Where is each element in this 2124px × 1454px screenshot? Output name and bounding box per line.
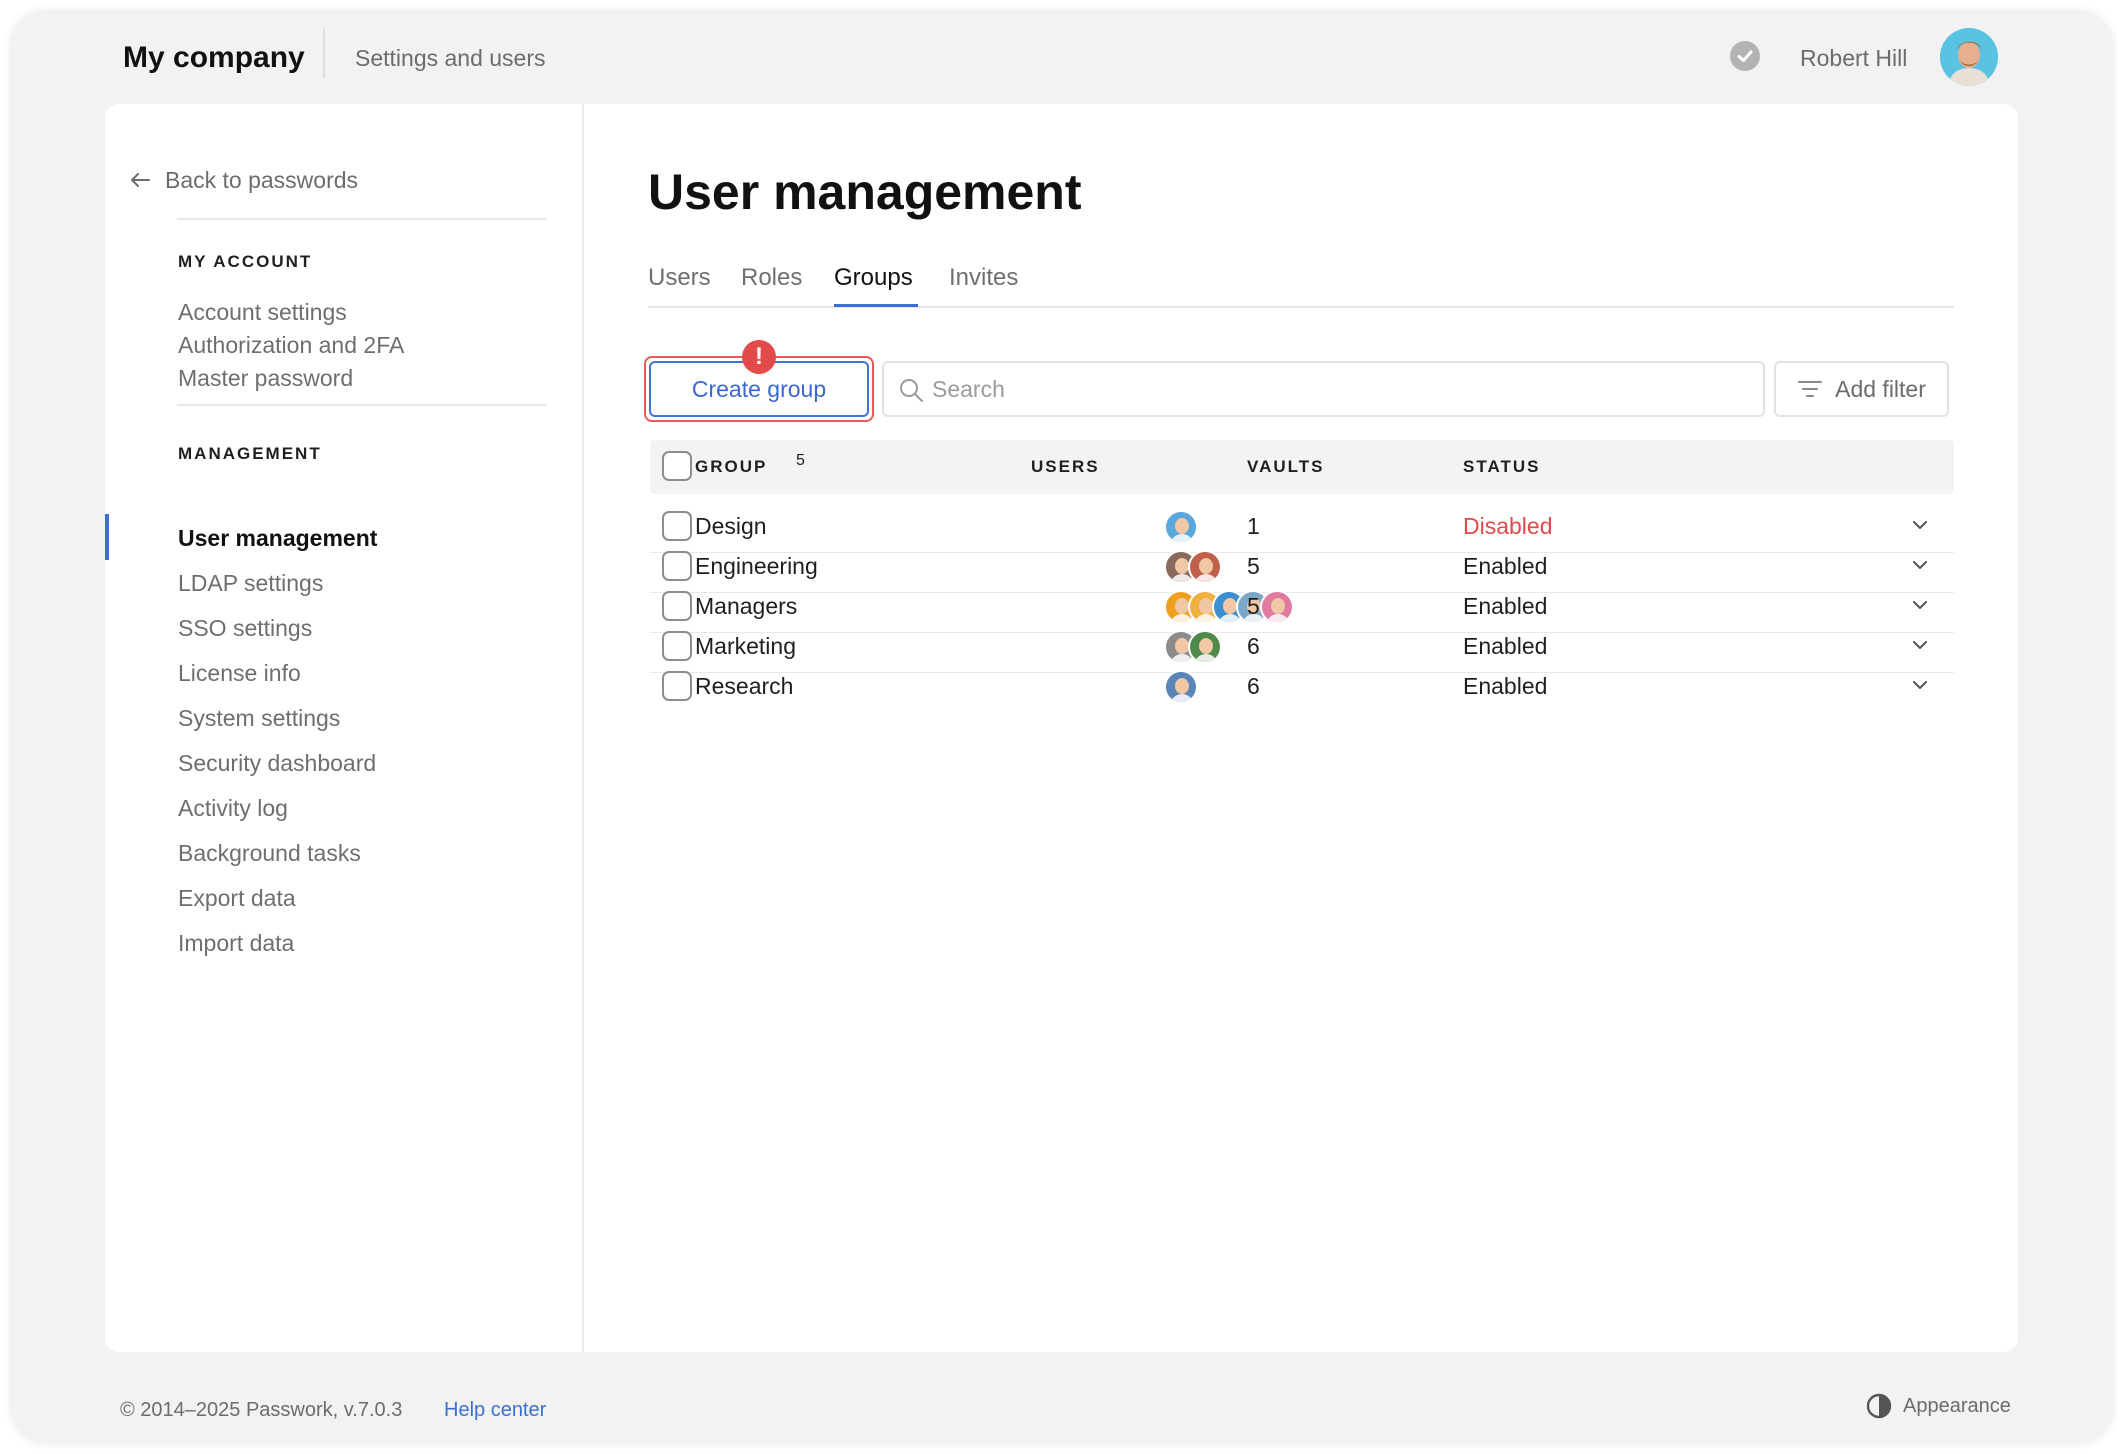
page-title: User management (648, 164, 1082, 220)
search-field[interactable] (882, 361, 1765, 417)
user-avatars (1164, 670, 1198, 704)
sidebar-item-background-tasks[interactable]: Background tasks (178, 837, 361, 869)
vault-count: 5 (1247, 593, 1260, 619)
filter-icon (1798, 381, 1823, 397)
company-name[interactable]: My company (123, 38, 305, 78)
add-filter-label: Add filter (1835, 375, 1926, 402)
row-checkbox[interactable] (662, 551, 692, 581)
sidebar: Back to passwords MY ACCOUNT Account set… (105, 104, 584, 1352)
column-header-vaults[interactable]: VAULTS (1247, 455, 1324, 479)
row-checkbox[interactable] (662, 591, 692, 621)
chevron-down-icon[interactable] (1910, 675, 1930, 695)
section-label-management: MANAGEMENT (178, 444, 322, 463)
row-checkbox[interactable] (662, 631, 692, 661)
chevron-down-icon[interactable] (1910, 635, 1930, 655)
search-input[interactable] (932, 367, 1752, 411)
vault-count: 1 (1247, 513, 1260, 539)
sidebar-item-user-management[interactable]: User management (178, 522, 377, 554)
breadcrumb: Settings and users (355, 45, 546, 71)
tab-groups[interactable]: Groups (834, 262, 913, 294)
back-to-passwords-link[interactable]: Back to passwords (129, 164, 358, 196)
group-count: 5 (796, 452, 805, 469)
sidebar-item-system-settings[interactable]: System settings (178, 702, 340, 734)
vault-count: 5 (1247, 553, 1260, 579)
status-label: Enabled (1463, 553, 1548, 579)
column-header-group[interactable]: GROUP (695, 455, 767, 479)
status-label: Enabled (1463, 673, 1548, 699)
user-name[interactable]: Robert Hill (1800, 42, 1907, 74)
sidebar-item-activity-log[interactable]: Activity log (178, 792, 288, 824)
chevron-down-icon[interactable] (1910, 515, 1930, 535)
avatar (1164, 670, 1198, 704)
alert-icon: ! (742, 340, 776, 374)
app-window: My company Settings and users Robert Hil… (12, 12, 2112, 1442)
chevron-down-icon[interactable] (1910, 595, 1930, 615)
user-avatar[interactable] (1940, 28, 1998, 86)
appearance-label: Appearance (1903, 1394, 2011, 1417)
copyright-text: © 2014–2025 Passwork, v.7.0.3 (120, 1399, 403, 1421)
sidebar-item-license-info[interactable]: License info (178, 657, 301, 689)
sidebar-item-sso-settings[interactable]: SSO settings (178, 612, 312, 644)
chevron-down-icon[interactable] (1910, 555, 1930, 575)
sidebar-item-master-password[interactable]: Master password (178, 362, 353, 394)
select-all-checkbox[interactable] (662, 451, 692, 481)
table-row[interactable]: Research 6 Enabled (650, 659, 1954, 713)
help-center-link[interactable]: Help center (444, 1396, 546, 1424)
table-header: GROUP 5 USERS VAULTS STATUS (650, 440, 1954, 494)
status-label: Disabled (1463, 513, 1553, 539)
vault-count: 6 (1247, 633, 1260, 659)
group-name: Marketing (695, 633, 796, 659)
search-icon (900, 379, 923, 402)
tab-bar: Users Roles Groups Invites (648, 262, 1954, 308)
top-bar: My company Settings and users Robert Hil… (12, 12, 2112, 112)
group-name: Design (695, 513, 767, 539)
vault-count: 6 (1247, 673, 1260, 699)
tab-invites[interactable]: Invites (949, 262, 1018, 294)
column-header-status[interactable]: STATUS (1463, 455, 1540, 479)
active-item-indicator (105, 514, 109, 560)
add-filter-button[interactable]: Add filter (1774, 361, 1949, 417)
row-checkbox[interactable] (662, 671, 692, 701)
sidebar-item-ldap-settings[interactable]: LDAP settings (178, 567, 323, 599)
contrast-icon (1866, 1393, 1892, 1419)
sidebar-item-import-data[interactable]: Import data (178, 927, 294, 959)
back-link-label: Back to passwords (165, 167, 359, 193)
group-name: Managers (695, 593, 798, 619)
tab-roles[interactable]: Roles (741, 262, 802, 294)
content-panel: Back to passwords MY ACCOUNT Account set… (105, 104, 2018, 1352)
sidebar-item-authorization-2fa[interactable]: Authorization and 2FA (178, 329, 404, 361)
sidebar-item-account-settings[interactable]: Account settings (178, 296, 347, 328)
section-label-my-account: MY ACCOUNT (178, 252, 313, 271)
header-divider (323, 28, 325, 78)
group-name: Research (695, 673, 794, 699)
sidebar-divider (177, 218, 547, 220)
tab-users[interactable]: Users (648, 262, 711, 294)
arrow-left-icon (131, 173, 150, 187)
sidebar-item-security-dashboard[interactable]: Security dashboard (178, 747, 376, 779)
main-content: User management Users Roles Groups Invit… (584, 104, 2018, 1352)
column-header-users[interactable]: USERS (1031, 455, 1100, 479)
group-name: Engineering (695, 553, 818, 579)
check-circle-icon[interactable] (1730, 41, 1760, 71)
row-checkbox[interactable] (662, 511, 692, 541)
status-label: Enabled (1463, 593, 1548, 619)
sidebar-divider (177, 404, 547, 406)
appearance-button[interactable]: Appearance (1865, 1392, 2011, 1420)
sidebar-item-export-data[interactable]: Export data (178, 882, 296, 914)
active-tab-indicator (834, 304, 918, 307)
status-label: Enabled (1463, 633, 1548, 659)
